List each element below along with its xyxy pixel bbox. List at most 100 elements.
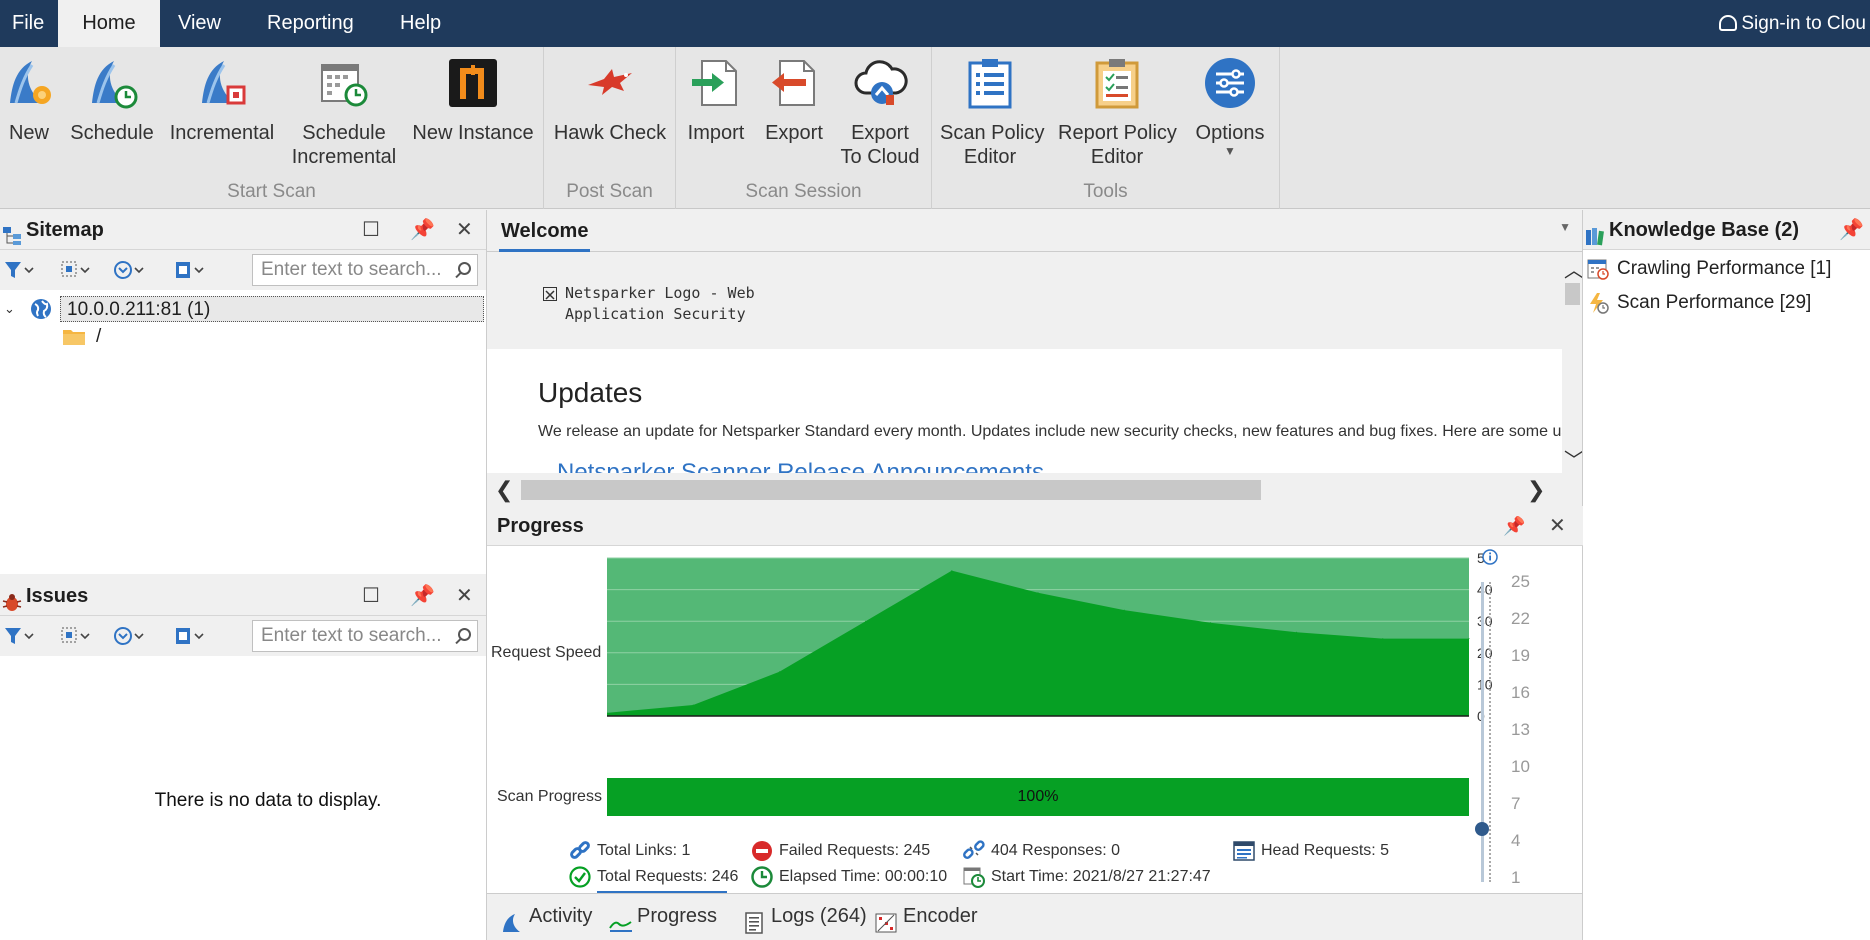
scan-progress-bar: 100% bbox=[607, 778, 1469, 816]
hscroll-thumb[interactable] bbox=[521, 480, 1261, 500]
search-icon bbox=[458, 262, 471, 275]
progress-title: Progress bbox=[497, 515, 584, 537]
issues-maximize-button[interactable]: ☐ bbox=[362, 576, 380, 616]
report-policy-editor-button[interactable]: Report Policy Editor bbox=[1058, 55, 1177, 169]
bottom-tab-bar: Activity Progress Logs (264) Encoder bbox=[486, 893, 1582, 940]
ribbon-group-scan-session: Import Export Export To Cloud Scan Sessi… bbox=[676, 47, 932, 209]
schedule-incremental-button[interactable]: Schedule Incremental bbox=[288, 55, 400, 169]
knowledge-base-title: Knowledge Base (2) bbox=[1609, 219, 1800, 241]
chart-data-point bbox=[1468, 638, 1470, 640]
calendar-clock-icon bbox=[316, 55, 372, 111]
collapse-circle-icon[interactable] bbox=[114, 260, 144, 280]
menu-help[interactable]: Help bbox=[388, 0, 453, 47]
slider-tick-label: 1 bbox=[1511, 868, 1521, 887]
welcome-dropdown-icon[interactable]: ▼ bbox=[1559, 220, 1571, 234]
knowledge-base-title-bar: Knowledge Base (2) bbox=[1583, 210, 1870, 250]
info-icon[interactable] bbox=[1481, 548, 1501, 568]
tab-encoder[interactable]: Encoder bbox=[871, 894, 978, 938]
stat-head-requests: Head Requests: 5 bbox=[1233, 840, 1389, 862]
export-button[interactable]: Export bbox=[762, 55, 826, 145]
new-scan-button[interactable]: New bbox=[2, 55, 56, 145]
layout-icon[interactable] bbox=[174, 626, 204, 646]
ribbon-group-start-scan: New Schedule Incremental Schedule Increm… bbox=[0, 47, 544, 209]
progress-close-button[interactable]: ✕ bbox=[1549, 506, 1566, 546]
sitemap-close-button[interactable]: ✕ bbox=[456, 210, 473, 250]
sitemap-pin-button[interactable]: 📌 bbox=[410, 210, 435, 250]
slider-track bbox=[1481, 582, 1484, 882]
collapse-circle-icon[interactable] bbox=[114, 626, 144, 646]
document-lines-icon bbox=[1233, 840, 1255, 862]
stat-total-requests: Total Requests: 246 bbox=[569, 866, 738, 888]
kb-item-scan-performance[interactable]: Scan Performance [29] bbox=[1617, 288, 1811, 318]
expand-icon[interactable] bbox=[60, 626, 90, 646]
slider-tick-label: 25 bbox=[1511, 572, 1530, 591]
issues-close-button[interactable]: ✕ bbox=[456, 576, 473, 616]
menu-home[interactable]: Home bbox=[58, 0, 160, 47]
menu-reporting[interactable]: Reporting bbox=[255, 0, 366, 47]
options-button[interactable]: Options ▼ bbox=[1188, 55, 1272, 157]
speed-slider[interactable]: 25 22 19 16 13 10 7 4 1 bbox=[1475, 572, 1557, 888]
filter-icon[interactable] bbox=[4, 626, 34, 646]
new-instance-button[interactable]: New Instance bbox=[412, 55, 534, 145]
slider-tick-label: 16 bbox=[1511, 683, 1530, 702]
kb-item-crawling-performance[interactable]: Crawling Performance [1] bbox=[1617, 254, 1831, 284]
issues-search-input[interactable]: Enter text to search... bbox=[252, 620, 478, 652]
progress-separator bbox=[605, 762, 1467, 766]
welcome-panel: Welcome ▼ Netsparker Logo - Web Applicat… bbox=[486, 210, 1584, 506]
tab-activity[interactable]: Activity bbox=[497, 894, 592, 938]
incremental-scan-button[interactable]: Incremental bbox=[168, 55, 276, 145]
tab-progress[interactable]: Progress bbox=[605, 894, 717, 938]
scroll-up-icon[interactable]: ︿ bbox=[1564, 261, 1584, 281]
check-circle-icon bbox=[569, 866, 591, 888]
issues-pin-button[interactable]: 📌 bbox=[410, 576, 435, 616]
scroll-left-icon[interactable]: ❮ bbox=[495, 478, 513, 502]
scan-progress-label: Scan Progress bbox=[497, 788, 602, 805]
export-to-cloud-button[interactable]: Export To Cloud bbox=[836, 55, 924, 169]
progress-pin-button[interactable]: 📌 bbox=[1503, 506, 1525, 546]
tree-expand-chevron-icon[interactable]: ⌄ bbox=[4, 296, 18, 322]
stat-elapsed-time: Elapsed Time: 00:00:10 bbox=[751, 866, 947, 888]
tree-node-root[interactable]: / bbox=[96, 324, 101, 350]
tab-logs[interactable]: Logs (264) bbox=[739, 894, 867, 938]
issues-panel: Issues ☐ 📌 ✕ Enter text to search... The… bbox=[0, 576, 486, 940]
ribbon-group-label-scan-session: Scan Session bbox=[745, 181, 862, 202]
menu-bar: File Home View Reporting Help Sign-in to… bbox=[0, 0, 1870, 47]
layout-icon[interactable] bbox=[174, 260, 204, 280]
sitemap-maximize-button[interactable]: ☐ bbox=[362, 210, 380, 250]
welcome-vscrollbar[interactable]: ︿ ﹀ bbox=[1562, 253, 1584, 473]
issues-empty-message: There is no data to display. bbox=[154, 790, 382, 811]
slider-tick-line bbox=[1489, 582, 1493, 882]
stat-failed-requests: Failed Requests: 245 bbox=[751, 840, 930, 862]
filter-icon[interactable] bbox=[4, 260, 34, 280]
expand-icon[interactable] bbox=[60, 260, 90, 280]
tab-welcome[interactable]: Welcome bbox=[499, 210, 591, 252]
schedule-scan-button[interactable]: Schedule bbox=[70, 55, 154, 145]
knowledge-base-panel: Knowledge Base (2) 📌 Crawling Performanc… bbox=[1582, 210, 1870, 940]
welcome-hscrollbar[interactable]: ❮ ❯ bbox=[487, 478, 1562, 502]
release-announcements-link[interactable]: Netsparker Scanner Release Announcements bbox=[557, 459, 1044, 473]
chart-data-point bbox=[1382, 638, 1384, 640]
sitemap-panel: Sitemap ☐ 📌 ✕ Enter text to search... ⌄ … bbox=[0, 210, 486, 574]
sitemap-search-input[interactable]: Enter text to search... bbox=[252, 254, 478, 286]
sign-in-to-cloud-button[interactable]: Sign-in to Clou bbox=[1719, 0, 1870, 47]
menu-file[interactable]: File bbox=[0, 0, 56, 47]
menu-view[interactable]: View bbox=[166, 0, 233, 47]
scroll-right-icon[interactable]: ❯ bbox=[1527, 478, 1545, 502]
scan-progress-percent: 100% bbox=[1017, 788, 1059, 805]
import-button[interactable]: Import bbox=[684, 55, 748, 145]
vscroll-thumb[interactable] bbox=[1565, 283, 1580, 305]
scan-policy-editor-button[interactable]: Scan Policy Editor bbox=[940, 55, 1045, 169]
hawk-check-button[interactable]: Hawk Check bbox=[552, 55, 668, 145]
settings-sliders-icon bbox=[1202, 55, 1258, 111]
scroll-down-icon[interactable]: ﹀ bbox=[1564, 451, 1584, 471]
slider-thumb[interactable] bbox=[1475, 821, 1489, 836]
knowledge-base-pin-button[interactable]: 📌 bbox=[1839, 210, 1864, 250]
sitemap-toolbar: Enter text to search... bbox=[0, 250, 486, 290]
options-dropdown-arrow-icon[interactable]: ▼ bbox=[1188, 145, 1272, 157]
tree-node-host[interactable]: 10.0.0.211:81 (1) bbox=[60, 296, 484, 322]
sitemap-icon bbox=[2, 220, 22, 245]
welcome-content: Updates We release an update for Netspar… bbox=[487, 349, 1562, 473]
slider-tick-label: 13 bbox=[1511, 720, 1530, 739]
stat-404-responses: 404 Responses: 0 bbox=[963, 840, 1120, 862]
stat-start-time: Start Time: 2021/8/27 21:27:47 bbox=[963, 866, 1211, 888]
